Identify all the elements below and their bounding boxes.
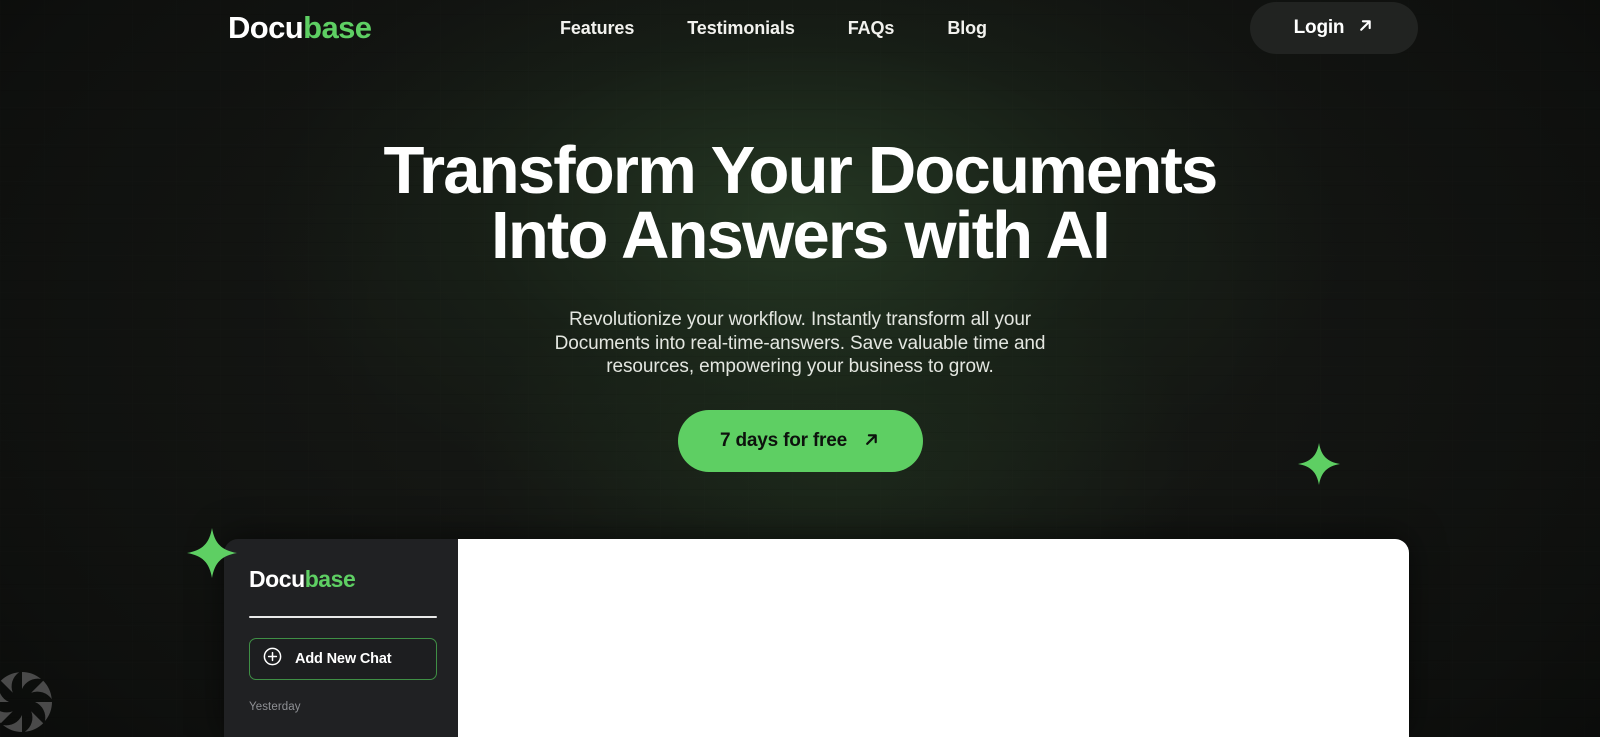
main-navigation: Features Testimonials FAQs Blog	[560, 0, 987, 56]
flower-spiral-icon	[0, 664, 60, 737]
app-sidebar-logo-suffix: base	[304, 566, 356, 592]
brand-logo-prefix: Docu	[228, 10, 304, 45]
chat-history-group-label: Yesterday	[249, 701, 301, 713]
add-new-chat-label: Add New Chat	[295, 651, 392, 667]
hero-subtitle-line-1: Revolutionize your workflow. Instantly t…	[568, 309, 1032, 330]
nav-item-faqs[interactable]: FAQs	[848, 0, 895, 56]
app-sidebar: Docubase Add New Chat Yesterday	[224, 539, 458, 737]
hero-subtitle-line-2: Documents into real-time-answers. Save v…	[554, 332, 1046, 354]
arrow-up-right-icon	[1357, 17, 1374, 39]
brand-logo-suffix: base	[303, 10, 372, 45]
free-trial-cta-button[interactable]: 7 days for free	[677, 410, 923, 473]
hero-title: Transform Your Documents Into Answers wi…	[0, 133, 1600, 273]
login-button-label: Login	[1293, 17, 1345, 38]
app-main-panel	[458, 539, 1409, 737]
arrow-up-right-icon	[863, 431, 880, 451]
brand-logo[interactable]: Docubase	[228, 8, 372, 48]
hero-title-line-2: Into Answers with AI	[491, 198, 1111, 273]
hero-cta-wrapper: 7 days for free	[0, 410, 1600, 473]
nav-item-features[interactable]: Features	[560, 0, 634, 56]
free-trial-cta-label: 7 days for free	[720, 430, 847, 452]
app-sidebar-logo-prefix: Docu	[249, 566, 305, 592]
plus-circle-icon	[263, 647, 282, 671]
hero-section: Transform Your Documents Into Answers wi…	[0, 133, 1600, 473]
nav-item-blog[interactable]: Blog	[947, 0, 987, 56]
hero-subtitle-line-3: resources, empowering your business to g…	[606, 356, 994, 378]
app-sidebar-logo[interactable]: Docubase	[249, 565, 458, 593]
app-preview-window: Docubase Add New Chat Yesterday	[224, 539, 1409, 737]
site-header: Docubase Features Testimonials FAQs Blog…	[0, 0, 1600, 56]
login-button[interactable]: Login	[1250, 2, 1418, 54]
sidebar-divider	[249, 616, 437, 618]
nav-item-testimonials[interactable]: Testimonials	[687, 0, 795, 56]
hero-subtitle: Revolutionize your workflow. Instantly t…	[0, 308, 1600, 379]
landing-page: Docubase Features Testimonials FAQs Blog…	[0, 0, 1600, 737]
hero-title-line-1: Transform Your Documents	[383, 133, 1219, 208]
add-new-chat-button[interactable]: Add New Chat	[249, 638, 437, 680]
